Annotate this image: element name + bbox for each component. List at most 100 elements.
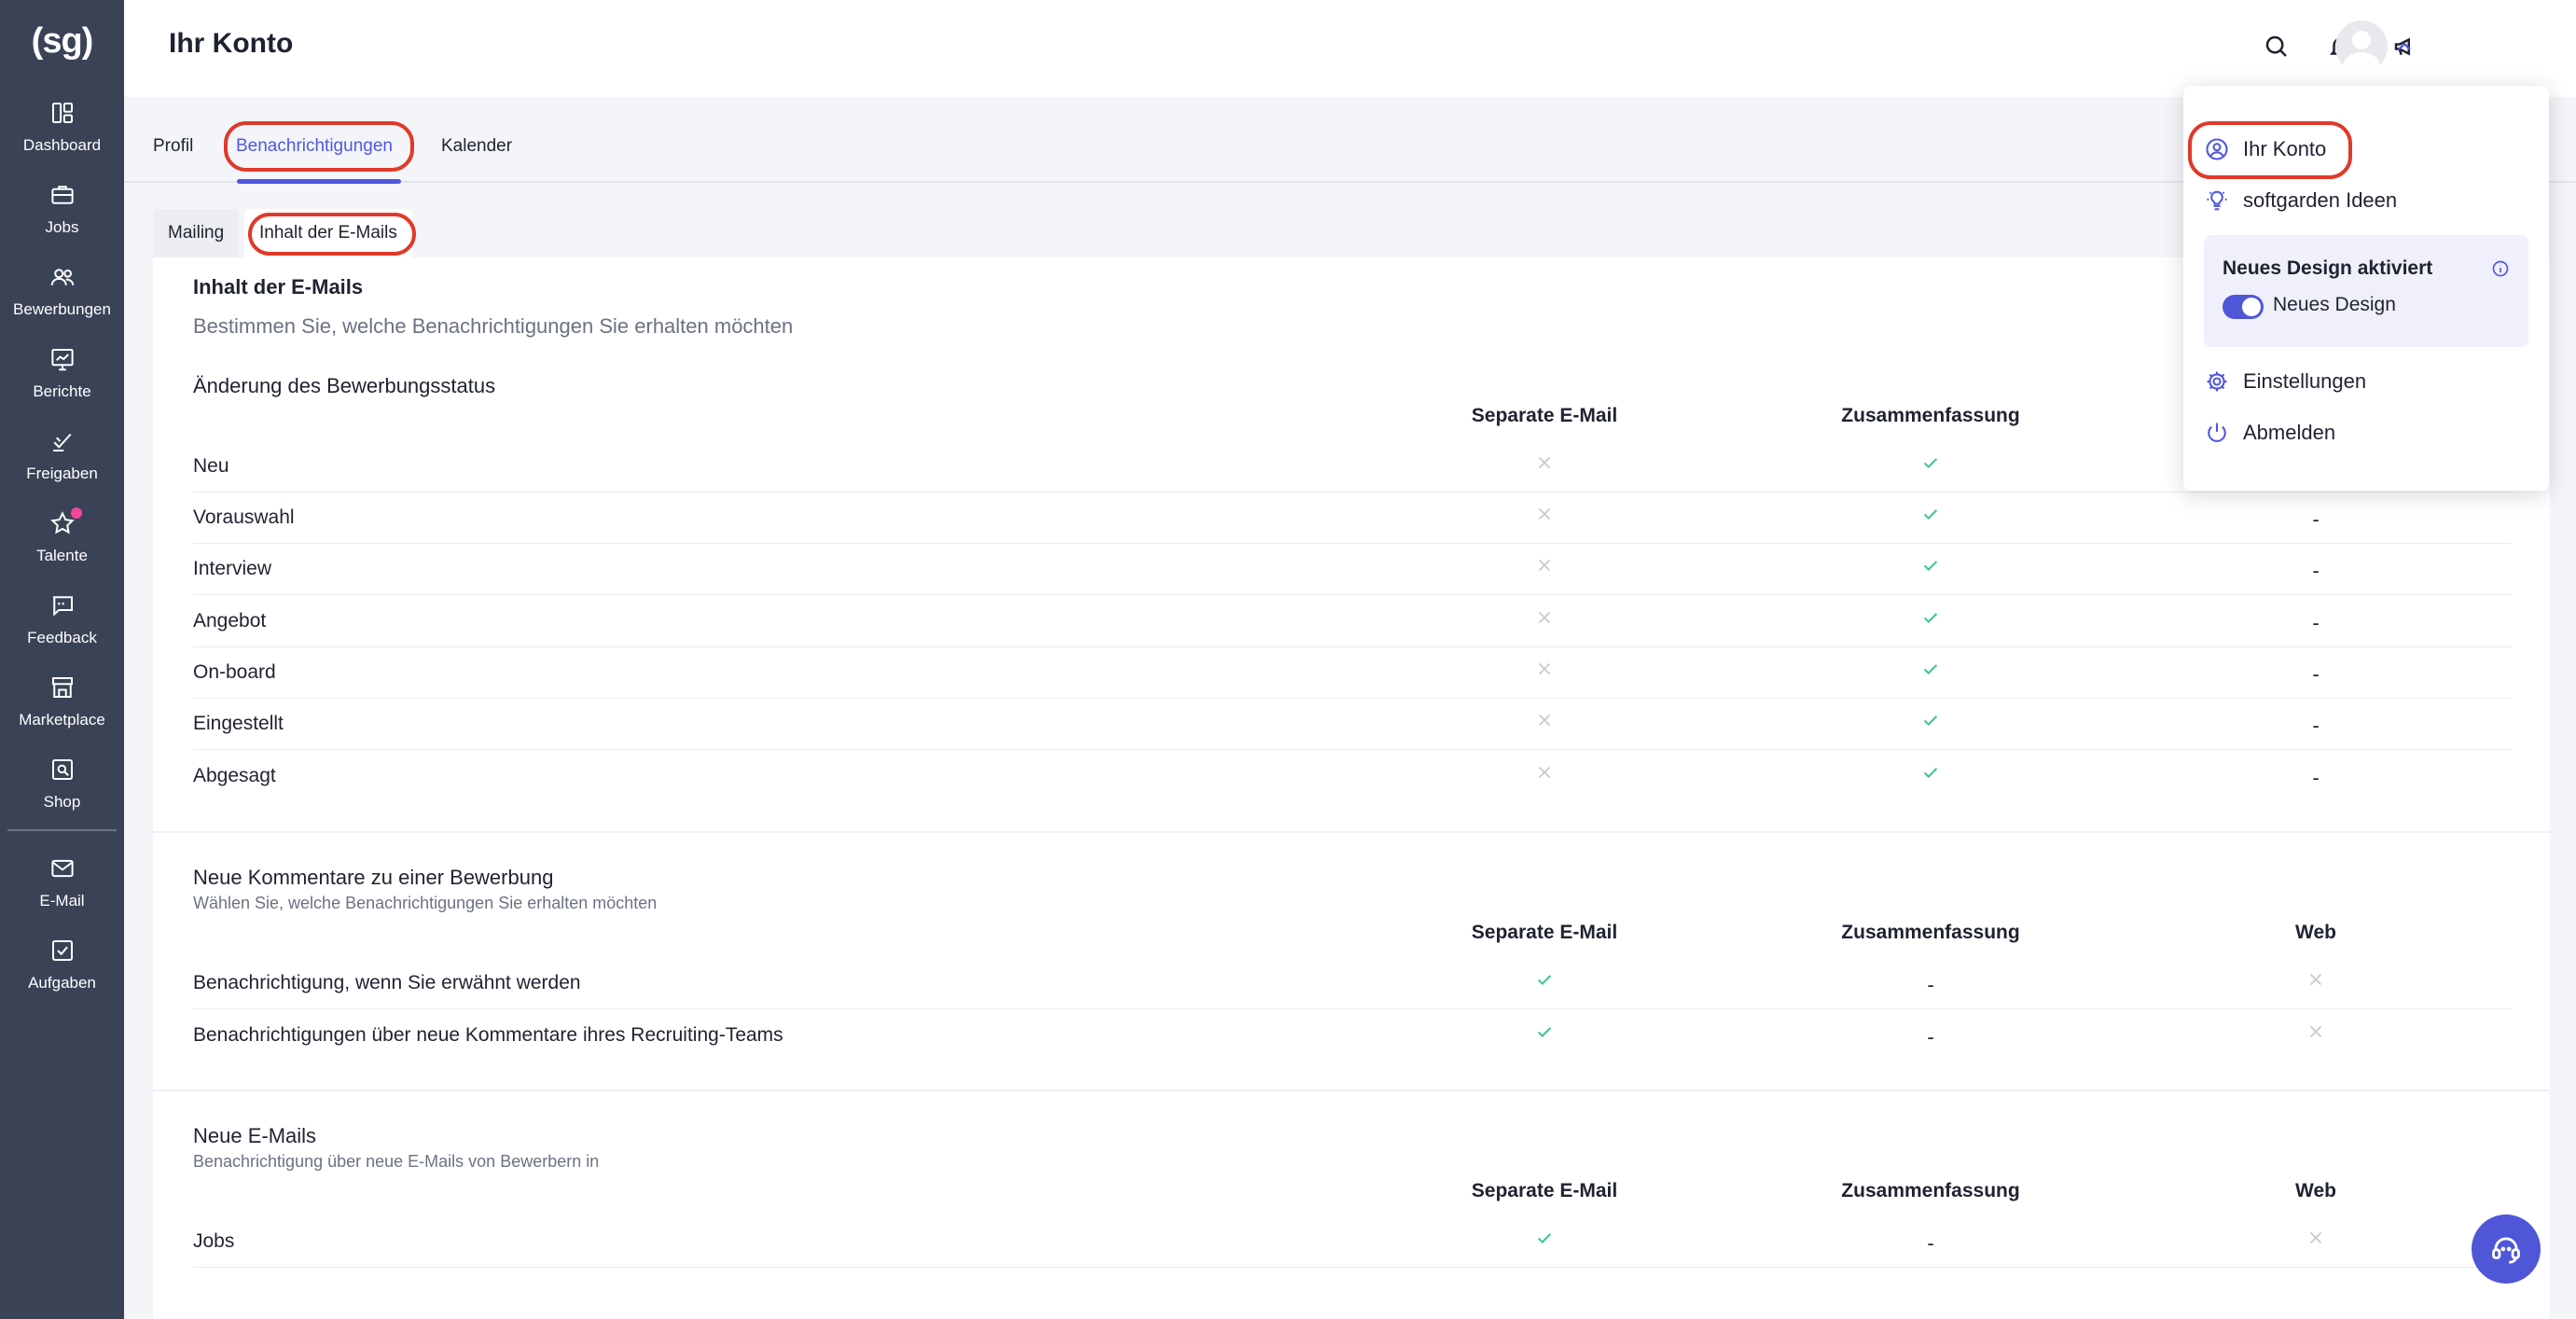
column-header: Zusammenfassung	[1841, 1180, 2020, 1201]
table-row-label: On-board	[193, 661, 276, 683]
table-row-label: Eingestellt	[193, 713, 284, 734]
sidebar-item-label: Shop	[43, 793, 81, 811]
search-icon	[2265, 35, 2287, 57]
sidebar-item-shop[interactable]: Shop	[0, 752, 124, 826]
tab-kalender[interactable]: Kalender	[441, 136, 512, 157]
content-title: Inhalt der E-Mails	[193, 275, 364, 299]
info-icon[interactable]	[2491, 259, 2510, 278]
check-icon[interactable]	[1917, 655, 1945, 683]
chart-icon	[50, 349, 74, 371]
menu-item-label: Einstellungen	[2243, 369, 2367, 393]
sidebar-item-feedback[interactable]: Feedback	[0, 588, 124, 662]
check-icon[interactable]	[1530, 1018, 1558, 1046]
notification-dot	[71, 507, 82, 519]
sidebar-item-marketplace[interactable]: Marketplace	[0, 670, 124, 744]
menu-item-einstellungen[interactable]: Einstellungen	[2204, 363, 2366, 400]
sidebar-item-dashboard[interactable]: Dashboard	[0, 95, 124, 170]
app-logo[interactable]: (sg)	[0, 15, 124, 67]
sidebar-item-label: Berichte	[33, 382, 91, 400]
dash-cell: -	[2312, 766, 2320, 789]
new-design-toggle-label: Neues Design	[2273, 294, 2396, 315]
headset-icon	[2492, 1237, 2520, 1264]
check-icon[interactable]	[1917, 706, 1945, 734]
dash-cell: -	[2312, 559, 2320, 582]
cross-icon[interactable]	[2302, 1018, 2330, 1046]
sidebar-item-label: Aufgaben	[28, 974, 96, 992]
sidebar-item-freigaben[interactable]: Freigaben	[0, 423, 124, 498]
chevron-up-icon[interactable]	[2393, 35, 2416, 58]
sidebar-item-berichte[interactable]: Berichte	[0, 341, 124, 416]
briefcase-icon	[50, 186, 74, 204]
column-header: Separate E-Mail	[1471, 922, 1618, 943]
sidebar-item-label: Talente	[36, 547, 88, 564]
tab-profil[interactable]: Profil	[153, 136, 193, 157]
content-description: Bestimmen Sie, welche Benachrichtigungen…	[193, 314, 794, 338]
avatar[interactable]	[2335, 21, 2388, 73]
help-chat-button[interactable]	[2472, 1215, 2541, 1284]
sidebar-item-label: Freigaben	[26, 465, 98, 482]
table-row-label: Benachrichtigung, wenn Sie erwähnt werde…	[193, 972, 581, 993]
table-row-label: Benachrichtigungen über neue Kommentare …	[193, 1024, 783, 1046]
check-icon[interactable]	[1530, 1224, 1558, 1252]
section-title: Änderung des Bewerbungsstatus	[193, 374, 496, 397]
table-row-label: Neu	[193, 455, 229, 477]
cross-icon[interactable]	[2302, 965, 2330, 993]
highlight-ihr-konto	[2188, 121, 2352, 179]
active-tab-underline	[237, 179, 401, 184]
dash-cell: -	[2312, 662, 2320, 686]
sidebar-item-aufgaben[interactable]: Aufgaben	[0, 933, 124, 1007]
column-header: Separate E-Mail	[1471, 405, 1618, 426]
table-row-label: Vorauswahl	[193, 507, 295, 528]
subtab-mailing[interactable]: Mailing	[153, 209, 240, 257]
sidebar-item-email[interactable]: E-Mail	[0, 851, 124, 925]
avatar-body-shape	[2343, 52, 2380, 73]
section-divider	[153, 831, 2550, 833]
column-header: Separate E-Mail	[1471, 1180, 1618, 1201]
sidebar-item-label: E-Mail	[39, 892, 85, 909]
table-row-label: Abgesagt	[193, 765, 276, 786]
cross-icon[interactable]	[1530, 758, 1558, 786]
people-icon	[50, 269, 74, 285]
store-icon	[51, 677, 73, 698]
row-divider	[193, 1008, 2512, 1009]
cross-icon[interactable]	[1530, 500, 1558, 528]
menu-item-abmelden[interactable]: Abmelden	[2204, 414, 2335, 451]
cross-icon[interactable]	[1530, 604, 1558, 632]
sidebar-item-jobs[interactable]: Jobs	[0, 177, 124, 252]
highlight-inhalt-der-emails	[248, 213, 416, 256]
sidebar-item-talente[interactable]: Talente	[0, 506, 124, 580]
new-design-card: Neues Design aktiviert Neues Design	[2204, 235, 2528, 347]
check-icon[interactable]	[1917, 604, 1945, 632]
new-design-toggle[interactable]	[2223, 295, 2264, 319]
column-header: Zusammenfassung	[1841, 922, 2020, 943]
avatar-head-shape	[2352, 31, 2371, 49]
cross-icon[interactable]	[1530, 655, 1558, 683]
check-icon[interactable]	[1917, 500, 1945, 528]
table-row-label: Angebot	[193, 610, 267, 632]
row-divider	[193, 646, 2512, 647]
check-icon[interactable]	[1530, 965, 1558, 993]
cross-icon[interactable]	[1530, 706, 1558, 734]
cross-icon[interactable]	[2302, 1224, 2330, 1252]
sidebar: (sg) Dashboard Jobs Bewerbungen Berichte…	[0, 0, 124, 1319]
sidebar-item-label: Marketplace	[19, 711, 105, 729]
dash-cell: -	[2312, 507, 2320, 531]
dash-cell: -	[1927, 1231, 1934, 1255]
section-subtitle: Wählen Sie, welche Benachrichtigungen Si…	[193, 894, 658, 912]
approval-icon	[52, 433, 71, 451]
dash-cell: -	[2312, 611, 2320, 634]
shop-icon	[51, 759, 73, 780]
cross-icon[interactable]	[1530, 551, 1558, 579]
check-icon[interactable]	[1917, 758, 1945, 786]
row-divider	[193, 1267, 2512, 1268]
cross-icon[interactable]	[1530, 449, 1558, 477]
menu-item-label: softgarden Ideen	[2243, 188, 2398, 212]
menu-item-softgarden-ideen[interactable]: softgarden Ideen	[2204, 182, 2397, 219]
check-icon[interactable]	[1917, 551, 1945, 579]
dash-cell: -	[1927, 973, 1934, 996]
search-button[interactable]	[2258, 28, 2295, 65]
check-icon[interactable]	[1917, 449, 1945, 477]
sidebar-item-label: Bewerbungen	[13, 300, 111, 318]
sidebar-item-bewerbungen[interactable]: Bewerbungen	[0, 259, 124, 334]
dash-cell: -	[2312, 714, 2320, 737]
